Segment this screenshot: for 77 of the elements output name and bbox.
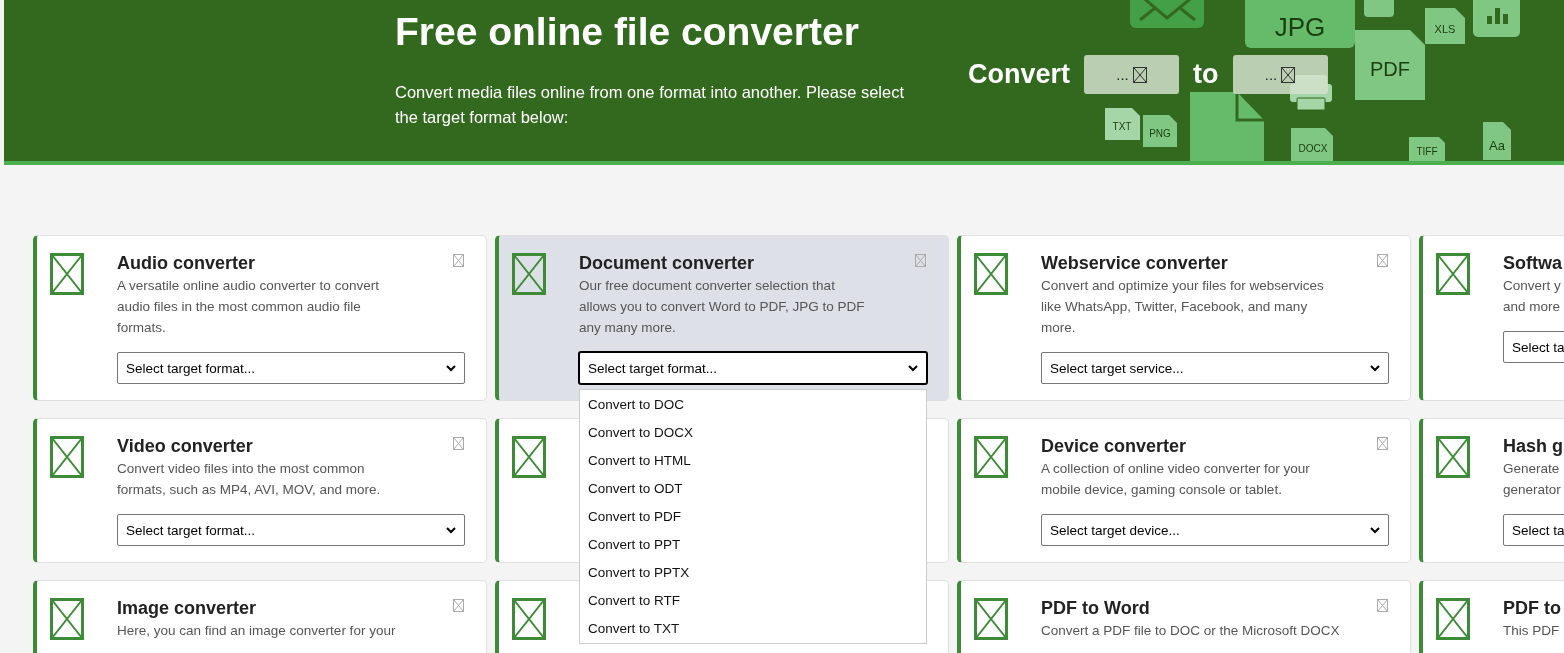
image-placeholder-icon [512,598,546,640]
format-select[interactable]: Select target format... [117,352,465,384]
card-title: Webservice converter [1041,252,1228,275]
broken-image-icon [1377,599,1388,612]
dropdown-option[interactable]: Convert to DOCX [580,419,926,447]
image-placeholder-icon [974,436,1008,478]
converter-card[interactable]: Device converter A collection of online video converter for your mobile device, gaming console or tablet. Select target device... [957,418,1411,563]
broken-image-icon [1377,254,1388,267]
image-placeholder-icon [512,436,546,478]
card-title: PDF to [1503,597,1561,620]
image-placeholder-icon [1436,436,1470,478]
broken-image-icon [453,437,464,450]
broken-image-icon [1132,66,1147,83]
converter-card[interactable]: PDF to Word Convert a PDF file to DOC or the Microsoft DOCX [957,580,1411,653]
image-placeholder-icon [50,598,84,640]
page-subtitle: Convert media files online from one format into another. Please select the target format below: [395,82,905,128]
image-placeholder-icon [974,253,1008,295]
card-title: Document converter [579,252,755,275]
dropdown-option[interactable]: Convert to TXT [580,615,926,643]
converter-card[interactable]: Webservice converter Convert and optimize your files for webservices like WhatsApp, Twitter, Facebook, and many more. Select target service... [957,235,1411,401]
card-title: PDF to Word [1041,597,1150,620]
caret-icon [1370,364,1380,372]
image-placeholder-icon [1436,253,1470,295]
format-select[interactable]: Select ta [1503,331,1564,363]
card-description: This PDF [1503,622,1561,640]
converter-card[interactable]: PDF to This PDF [1419,580,1564,653]
dropdown-option[interactable]: Convert to PPT [580,531,926,559]
card-description: Generate generator [1503,460,1562,499]
card-title: Video converter [117,435,253,458]
card-description: A collection of online video converter for your mobile device, gaming console or tablet. [1041,460,1311,499]
image-placeholder-icon [50,436,84,478]
format-select[interactable]: Select target service... [1041,352,1389,384]
caret-icon [446,364,456,372]
target-format-field[interactable]: ... [1232,55,1328,94]
card-description: Convert a PDF file to DOC or the Microsoft DOCX [1041,622,1341,640]
converter-card[interactable]: Image converter Here, you can find an image converter for your [33,580,487,653]
broken-image-icon [1281,66,1296,83]
dropdown-option[interactable]: Convert to PDF [580,503,926,531]
card-title: Audio converter [117,252,256,275]
caret-icon [446,526,456,534]
card-title: Hash g [1503,435,1563,458]
caret-icon [1370,526,1380,534]
dropdown-option[interactable]: Convert to PPTX [580,559,926,587]
dropdown-option[interactable]: Convert to DOC [580,391,926,419]
convert-label: Convert [968,59,1070,90]
broken-image-icon [453,599,464,612]
card-description: Our free document converter selection that allows you to convert Word to PDF, JPG to PDF any many more. [579,277,866,337]
to-label: to [1193,59,1219,90]
converter-card[interactable]: Softwa Convert y and more Select ta [1419,235,1564,401]
source-format-field[interactable]: ... [1084,55,1179,94]
card-description: A versatile online audio converter to convert audio files in the most common audio file formats. [117,277,380,337]
card-description: Convert video files into the most common formats, such as MP4, AVI, MOV, and more. [117,460,382,499]
card-title: Device converter [1041,435,1187,458]
dropdown-option[interactable]: Convert to ODT [580,475,926,503]
format-select[interactable]: Select target format... [117,514,465,546]
format-select[interactable]: Select target format... [579,352,927,384]
broken-image-icon [1377,437,1388,450]
converter-card[interactable]: Video converter Convert video files into the most common formats, such as MP4, AVI, MOV, and more. Select target format... [33,418,487,563]
page-title: Free online file converter [395,9,860,55]
card-description: Convert and optimize your files for webservices like WhatsApp, Twitter, Facebook, and many more. [1041,277,1325,337]
card-description: Here, you can find an image converter for your [117,622,397,640]
dropdown-option[interactable]: Convert to HTML [580,447,926,475]
image-placeholder-icon [974,598,1008,640]
format-select[interactable]: Select target device... [1041,514,1389,546]
converter-card[interactable]: Audio converter A versatile online audio converter to convert audio files in the most common audio file formats. Select target format... [33,235,487,401]
image-placeholder-icon [50,253,84,295]
format-select[interactable]: Select ta [1503,514,1564,546]
card-title: Image converter [117,597,257,620]
converter-card[interactable]: Hash g Generate generator Select ta [1419,418,1564,563]
card-title: Softwa [1503,252,1562,275]
card-description: Convert y and more [1503,277,1562,316]
dropdown-option[interactable]: Convert to RTF [580,587,926,615]
image-placeholder-icon [1436,598,1470,640]
broken-image-icon [915,254,926,267]
broken-image-icon [453,254,464,267]
caret-icon [908,364,918,372]
image-placeholder-icon [512,253,546,295]
